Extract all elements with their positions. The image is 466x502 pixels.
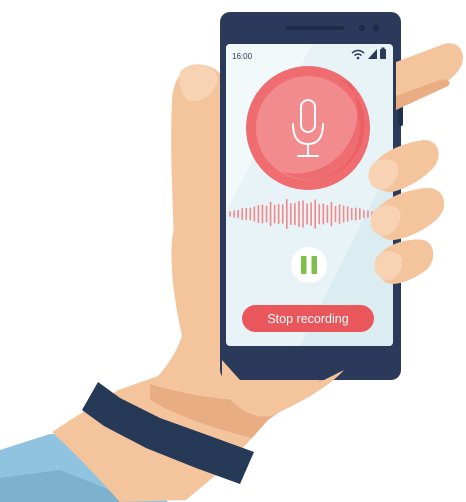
record-button[interactable] — [246, 66, 370, 190]
pause-button-circle — [291, 247, 327, 283]
battery-icon — [380, 47, 386, 59]
status-time: 16:00 — [232, 52, 253, 61]
phone-camera — [358, 24, 366, 32]
phone-speaker — [286, 26, 344, 30]
stop-recording-label: Stop recording — [267, 312, 348, 326]
stop-recording-button[interactable]: Stop recording — [242, 305, 374, 332]
phone-sensor — [372, 24, 380, 32]
illustration: 16:00 Stop recording — [0, 12, 464, 502]
pause-button[interactable] — [291, 247, 327, 283]
